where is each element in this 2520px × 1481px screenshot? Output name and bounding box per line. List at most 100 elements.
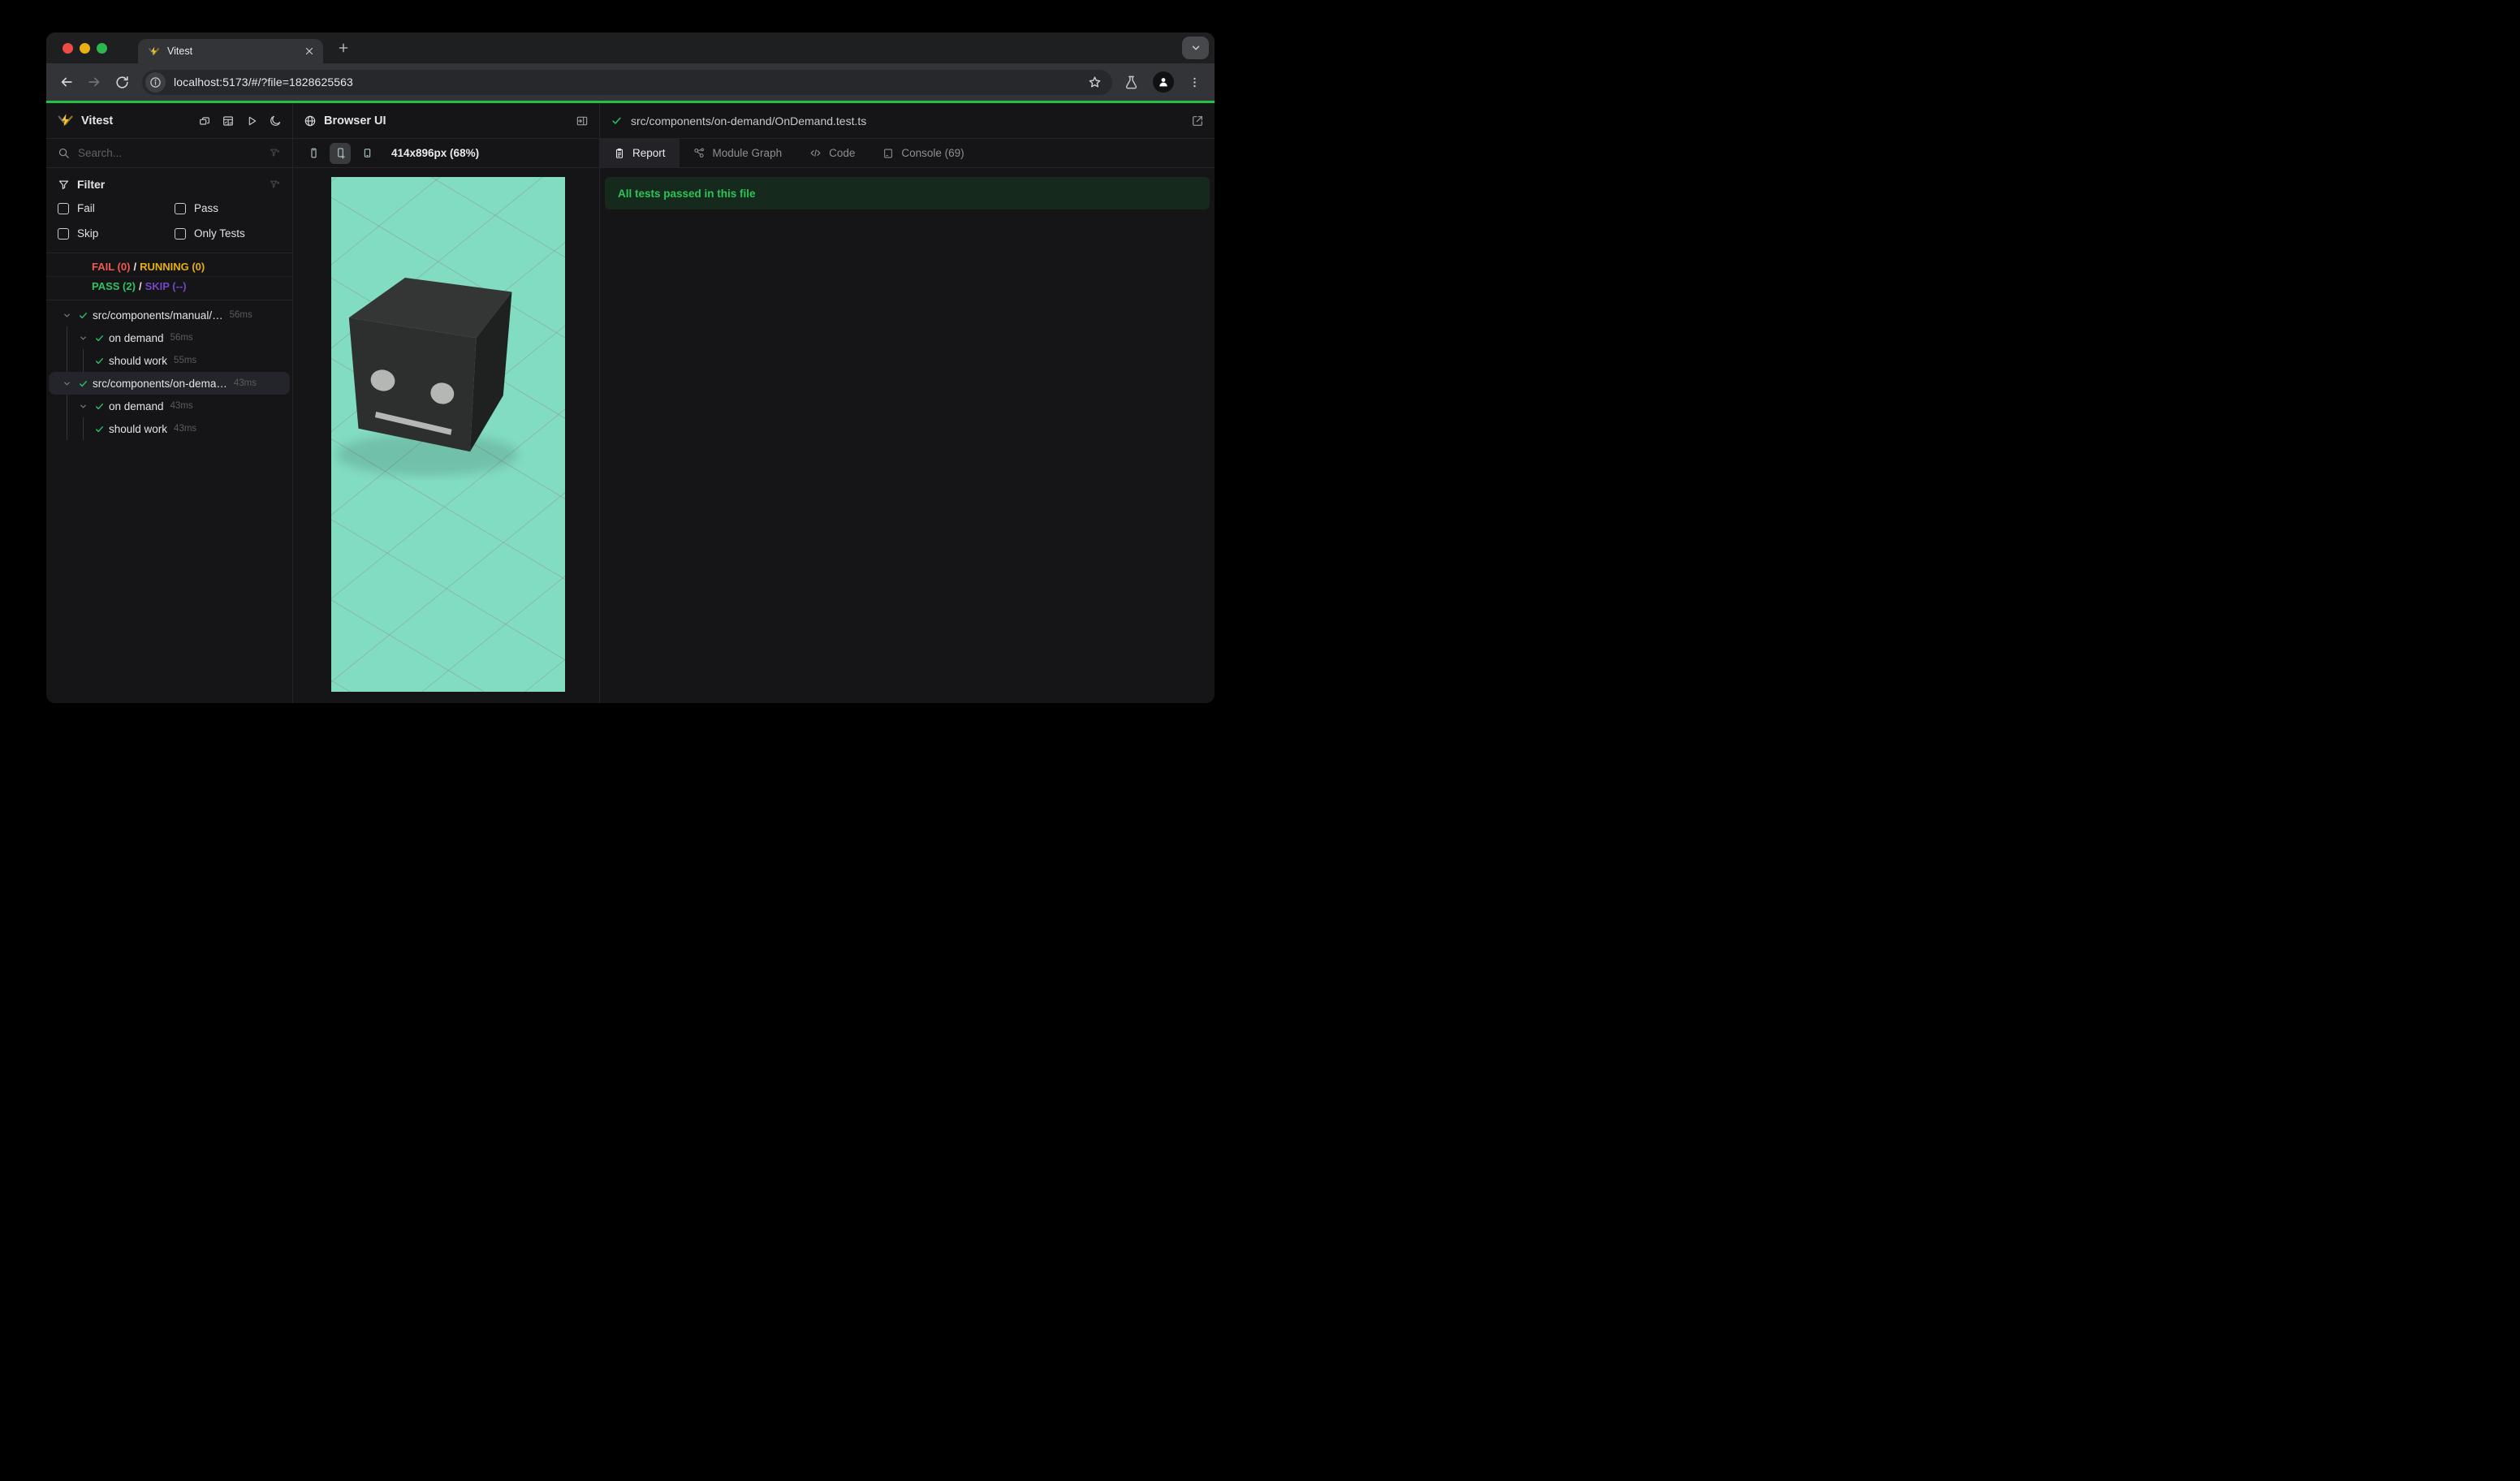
dark-mode-moon-icon[interactable] (269, 114, 282, 127)
test-stats: FAIL (0) / RUNNING (0) PASS (2) / SKIP (--) (46, 253, 292, 300)
collapse-panels-icon[interactable] (198, 114, 211, 127)
clear-filter-icon[interactable] (269, 147, 281, 159)
filter-checkbox-option[interactable]: Fail (58, 202, 175, 214)
open-external-icon[interactable] (1191, 114, 1204, 127)
tab-code[interactable]: Code (796, 139, 869, 167)
traffic-lights (63, 42, 107, 54)
check-icon (611, 114, 623, 127)
sidebar-header: Vitest (46, 103, 292, 139)
browser-panel-title: Browser UI (324, 114, 386, 127)
pass-count: PASS (2) (92, 280, 136, 292)
robot-cube-scene (331, 177, 565, 692)
report-body: All tests passed in this file (600, 168, 1215, 703)
test-duration: 43ms (174, 424, 197, 434)
test-duration: 43ms (233, 378, 257, 388)
check-icon (91, 401, 107, 412)
running-count: RUNNING (0) (140, 261, 205, 273)
tab-console[interactable]: Console (69) (869, 139, 977, 167)
menu-dots-icon[interactable] (1188, 76, 1202, 89)
vitest-logo (57, 112, 74, 129)
report-panel: src/components/on-demand/OnDemand.test.t… (600, 103, 1215, 703)
tree-row[interactable]: should work 55ms (49, 349, 290, 372)
filter-checkbox-option[interactable]: Pass (175, 202, 281, 214)
search-row (46, 139, 292, 168)
viewport-size-label: 414x896px (68%) (391, 147, 480, 159)
experiments-flask-icon[interactable] (1124, 75, 1139, 90)
report-icon (615, 148, 624, 158)
dashboard-icon[interactable] (222, 114, 235, 127)
site-info-icon[interactable] (145, 71, 166, 93)
stats-line-1: FAIL (0) / RUNNING (0) (92, 261, 205, 273)
vitest-favicon (148, 45, 160, 58)
reload-icon[interactable] (108, 68, 136, 96)
url-text: localhost:5173/#/?file=1828625563 (174, 76, 353, 89)
profile-avatar[interactable] (1153, 71, 1174, 93)
test-tree: src/components/manual/… 56ms on demand 5… (46, 300, 292, 440)
filter-options: Fail Pass Skip Only Tests (58, 202, 281, 240)
checkbox[interactable] (58, 202, 69, 214)
globe-icon (304, 114, 317, 127)
vitest-ui: Vitest Search... Filter Fail Pass Skip O… (46, 103, 1215, 703)
forward-icon[interactable] (80, 68, 108, 96)
fail-count: FAIL (0) (92, 261, 131, 273)
maximize-window-button[interactable] (97, 42, 107, 54)
check-icon (75, 310, 91, 321)
minimize-window-button[interactable] (80, 42, 90, 54)
close-tab-icon[interactable] (304, 45, 315, 57)
tree-row[interactable]: src/components/manual/… 56ms (49, 304, 290, 326)
bookmark-star-icon[interactable] (1087, 75, 1102, 90)
test-duration: 56ms (170, 333, 193, 343)
chevron-down-icon[interactable] (75, 402, 91, 411)
device-tablet-icon[interactable] (356, 143, 378, 164)
app-preview-canvas[interactable] (331, 177, 565, 692)
check-icon (91, 333, 107, 343)
check-icon (91, 424, 107, 434)
url-bar[interactable]: localhost:5173/#/?file=1828625563 (142, 69, 1112, 95)
preview-area (293, 168, 599, 703)
tab-strip: Vitest (46, 32, 1215, 63)
browser-window: Vitest localhost:5173/#/?file=1828625563 (46, 32, 1215, 703)
tab-report[interactable]: Report (600, 139, 680, 167)
test-file-path: src/components/on-demand/OnDemand.test.t… (631, 114, 867, 127)
expand-panel-icon[interactable] (576, 114, 589, 127)
tab-search-button[interactable] (1182, 37, 1209, 59)
search-input[interactable] (78, 147, 269, 159)
filter-checkbox-option[interactable]: Skip (58, 227, 175, 240)
chevron-down-icon[interactable] (58, 379, 75, 388)
back-icon[interactable] (53, 68, 80, 96)
device-add-icon[interactable] (330, 142, 351, 164)
checkbox[interactable] (175, 202, 186, 214)
device-toolbar: 414x896px (68%) (293, 139, 599, 168)
browser-preview-panel: Browser UI 414x896px (68%) (293, 103, 600, 703)
filter-block: Filter Fail Pass Skip Only Tests (46, 168, 292, 253)
filter-title: Filter (77, 178, 106, 191)
close-window-button[interactable] (63, 42, 73, 54)
checkbox[interactable] (58, 227, 69, 240)
device-phone-icon[interactable] (303, 143, 324, 164)
search-icon (58, 147, 70, 159)
check-icon (91, 356, 107, 366)
chevron-down-icon[interactable] (75, 334, 91, 343)
checkbox[interactable] (175, 227, 186, 240)
filter-checkbox-option[interactable]: Only Tests (175, 227, 281, 240)
browser-tab-vitest[interactable]: Vitest (138, 39, 323, 63)
tab-module-graph[interactable]: Module Graph (680, 139, 796, 167)
tree-row[interactable]: on demand 43ms (49, 395, 290, 417)
tree-row[interactable]: should work 43ms (49, 417, 290, 440)
chevron-down-icon[interactable] (58, 311, 75, 320)
test-duration: 43ms (170, 401, 193, 411)
tree-row[interactable]: on demand 56ms (49, 326, 290, 349)
report-panel-header: src/components/on-demand/OnDemand.test.t… (600, 103, 1215, 139)
browser-toolbar: localhost:5173/#/?file=1828625563 (46, 63, 1215, 101)
stats-line-2: PASS (2) / SKIP (--) (46, 276, 292, 296)
clear-filter-icon[interactable] (269, 179, 281, 191)
console-icon (884, 149, 893, 158)
test-duration: 55ms (174, 356, 197, 365)
sidebar: Vitest Search... Filter Fail Pass Skip O… (46, 103, 293, 703)
skip-count: SKIP (--) (145, 280, 187, 292)
tree-row[interactable]: src/components/on-dema… 43ms (49, 372, 290, 395)
new-tab-button[interactable] (331, 36, 356, 60)
run-all-icon[interactable] (245, 114, 258, 127)
report-tabs: Report Module Graph Code Console (69) (600, 139, 1215, 168)
filter-funnel-icon (58, 179, 70, 191)
